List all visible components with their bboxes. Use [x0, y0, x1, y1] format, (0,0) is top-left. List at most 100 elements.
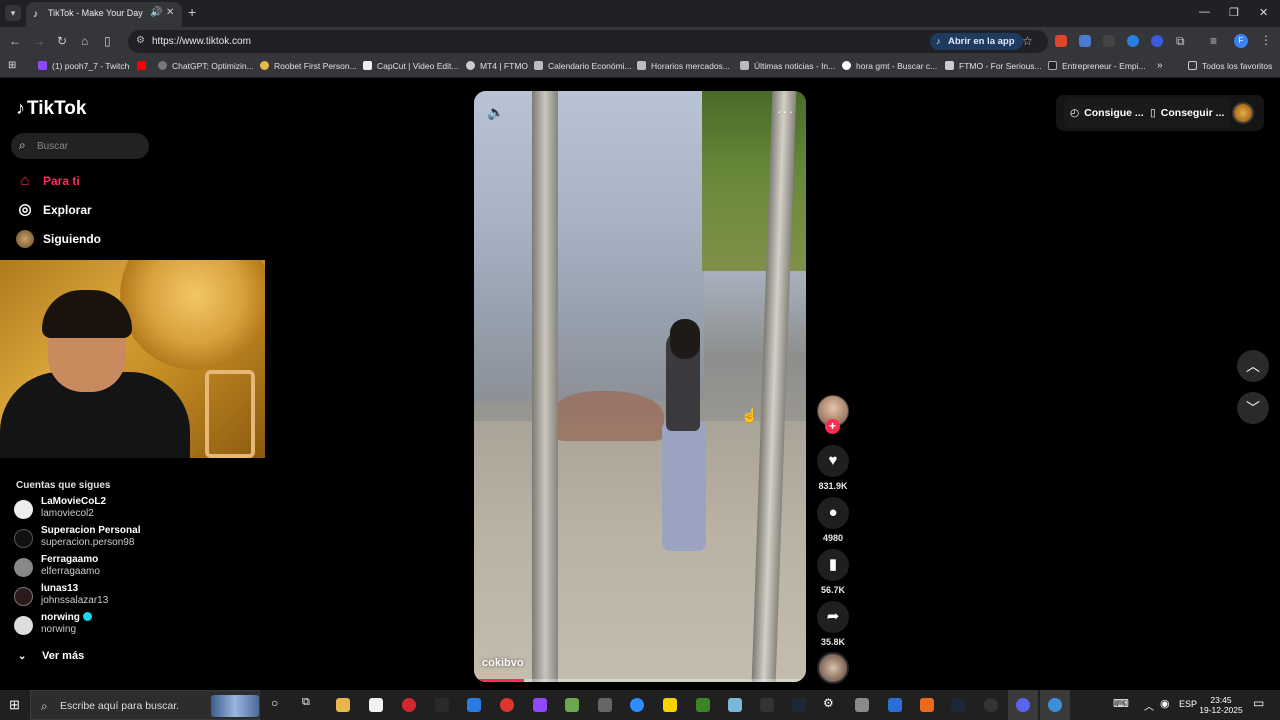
all-bookmarks-folder[interactable]: Todos los favoritos [1188, 61, 1272, 71]
twitch-icon[interactable] [533, 698, 547, 712]
tab-search-icon[interactable]: ▾ [5, 5, 21, 21]
cortana-icon[interactable]: ○ [271, 696, 278, 710]
task-view-icon[interactable]: ⧉ [302, 696, 310, 709]
app-icon[interactable] [792, 698, 806, 712]
bookmark-noticias[interactable]: Últimas noticias - In... [740, 61, 835, 71]
file-explorer-icon[interactable] [336, 698, 350, 712]
following-account[interactable]: Ferragaamo elferragaamo [14, 554, 174, 582]
app-icon[interactable] [598, 698, 612, 712]
see-more-button[interactable]: ⌄ Ver más [18, 650, 84, 662]
reload-icon[interactable]: ↻ [57, 34, 67, 48]
split-view-icon[interactable]: ▯ [104, 34, 111, 48]
tiktok-logo[interactable]: ♪ TikTok [16, 98, 86, 120]
app-icon[interactable] [888, 698, 902, 712]
app-icon[interactable] [728, 698, 742, 712]
windows-start-icon[interactable]: ⊞ [9, 698, 20, 712]
keyboard-icon[interactable]: ⌨ [1113, 697, 1129, 710]
browser-menu-icon[interactable]: ⋮ [1260, 33, 1272, 47]
video-progress-bar[interactable] [474, 679, 806, 682]
url-text[interactable]: https://www.tiktok.com [152, 36, 251, 47]
site-info-icon[interactable]: ⚙ [136, 35, 145, 46]
notifications-icon[interactable]: ▭ [1253, 696, 1264, 710]
search-input[interactable] [37, 138, 142, 154]
user-avatar[interactable] [1232, 102, 1254, 124]
video-player[interactable]: 🔈 ··· cokibvo [474, 91, 806, 682]
clock[interactable]: 23:45 19-12-2025 [1198, 695, 1244, 715]
language-indicator[interactable]: ESP [1179, 699, 1197, 709]
forward-icon[interactable]: → [33, 34, 45, 48]
extension-1-icon[interactable] [1055, 35, 1067, 47]
capcut-icon[interactable] [760, 698, 774, 712]
bookmark-horarios[interactable]: Horarios mercados... [637, 61, 730, 71]
bookmark-chatgpt[interactable]: ChatGPT: Optimizin... [158, 61, 254, 71]
app-icon[interactable] [920, 698, 934, 712]
taskbar-search[interactable]: ⌕ Escribe aquí para buscar. [30, 690, 260, 720]
following-account[interactable]: Superacion Personal superacion.person98 [14, 525, 174, 553]
more-options-icon[interactable]: ··· [777, 103, 794, 119]
restore-icon[interactable]: ❐ [1229, 6, 1239, 19]
tab-close-icon[interactable]: ✕ [166, 7, 174, 18]
new-tab-icon[interactable]: + [188, 5, 196, 19]
following-account[interactable]: LaMovieCoL2 lamoviecol2 [14, 496, 174, 524]
steam-icon[interactable] [951, 698, 965, 712]
bookmark-twitch[interactable]: (1) pooh7_7 - Twitch [38, 61, 129, 71]
get-coins-button[interactable]: ◴ Consigue ... [1064, 98, 1150, 128]
app-icon[interactable] [663, 698, 677, 712]
extensions-puzzle-icon[interactable]: ⧉ [1176, 34, 1185, 48]
tray-chevron-up-icon[interactable]: ︿ [1144, 698, 1154, 713]
settings-icon[interactable]: ⚙ [823, 696, 834, 710]
next-video-button[interactable]: ﹀ [1237, 392, 1269, 424]
video-author[interactable]: cokibvo [482, 657, 524, 669]
extension-4-icon[interactable] [1127, 35, 1139, 47]
translate-extension-icon[interactable] [1079, 35, 1091, 47]
app-icon[interactable] [500, 698, 514, 712]
chrome-icon[interactable] [1048, 698, 1062, 712]
app-icon[interactable] [855, 698, 869, 712]
discord-icon[interactable] [1016, 698, 1030, 712]
get-app-button[interactable]: ▯ Conseguir ... [1144, 98, 1231, 128]
tab-audio-icon[interactable]: 🔊 [150, 7, 162, 18]
app-icon[interactable] [467, 698, 481, 712]
volume-icon[interactable]: 🔈 [487, 104, 504, 121]
apps-grid-icon[interactable]: ⊞ [8, 60, 16, 71]
opera-icon[interactable] [402, 698, 416, 712]
bookmark-mt4[interactable]: MT4 | FTMO [466, 61, 528, 71]
app-icon[interactable] [984, 698, 998, 712]
bookmark-ftmo[interactable]: FTMO - For Serious... [945, 61, 1042, 71]
like-button[interactable]: ♥ [817, 445, 849, 477]
address-bar[interactable]: ⚙ https://www.tiktok.com ♪ Abrir en la a… [128, 30, 1048, 53]
comment-button[interactable]: ● [817, 497, 849, 529]
bookmark-roobet[interactable]: Roobet First Person... [260, 61, 357, 71]
bookmark-star-icon[interactable]: ☆ [1022, 34, 1033, 48]
tab-tiktok[interactable]: ♪ TikTok - Make Your Day 🔊 ✕ [26, 2, 182, 27]
following-account[interactable]: norwing norwing [14, 612, 174, 640]
back-icon[interactable]: ← [9, 34, 21, 48]
extension-3-icon[interactable] [1103, 35, 1115, 47]
follow-plus-icon[interactable]: + [825, 419, 840, 434]
app-icon[interactable] [565, 698, 579, 712]
network-icon[interactable]: ◉ [1160, 697, 1170, 710]
app-icon[interactable] [435, 698, 449, 712]
save-button[interactable]: ▮ [817, 549, 849, 581]
profile-avatar[interactable]: F [1234, 34, 1248, 48]
share-button[interactable]: ➦ [817, 601, 849, 633]
media-controls-icon[interactable]: ≡ [1210, 34, 1217, 48]
more-bookmarks-icon[interactable]: » [1157, 60, 1163, 71]
search-icon[interactable]: ⌕ [19, 138, 26, 153]
following-account[interactable]: lunas13 johnssalazar13 [14, 583, 174, 611]
bookmark-entrepreneur[interactable]: Entrepreneur - Empi... [1048, 61, 1146, 71]
window-close-icon[interactable]: ✕ [1259, 6, 1268, 19]
minecraft-icon[interactable] [696, 698, 710, 712]
previous-video-button[interactable]: ︿ [1237, 350, 1269, 382]
minimize-icon[interactable]: — [1199, 6, 1210, 18]
bookmark-hora-gmt[interactable]: hora gmt - Buscar c... [842, 61, 937, 71]
zoom-icon[interactable] [630, 698, 644, 712]
search-box[interactable]: ⌕ [11, 133, 149, 159]
sound-disc[interactable] [817, 652, 849, 684]
notepad-icon[interactable] [369, 698, 383, 712]
bookmark-capcut[interactable]: CapCut | Video Edit... [363, 61, 458, 71]
bookmark-youtube[interactable] [137, 61, 151, 71]
home-icon[interactable]: ⌂ [81, 34, 88, 48]
bookmark-calendario[interactable]: Calendario Económi... [534, 61, 632, 71]
extension-5-icon[interactable] [1151, 35, 1163, 47]
